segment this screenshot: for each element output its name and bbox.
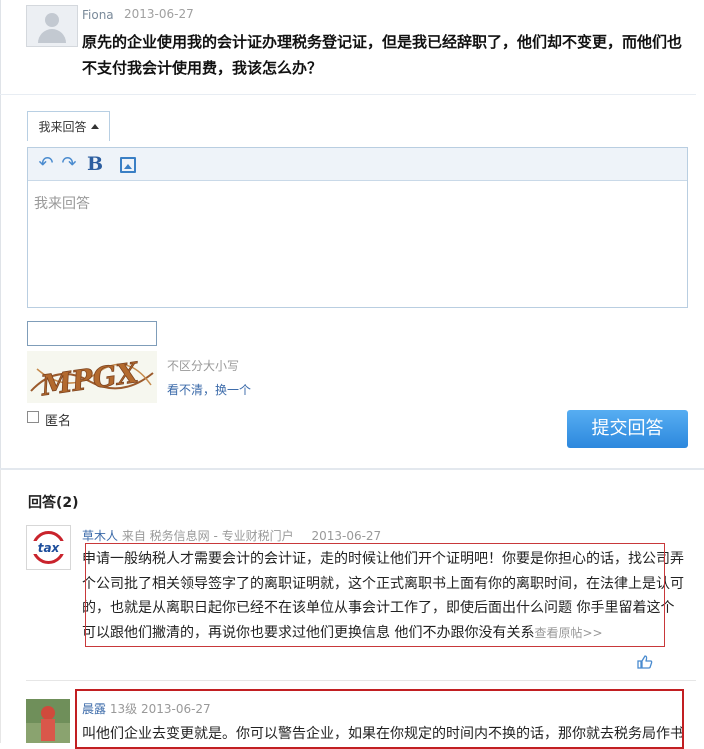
answer-tab-label: 我来回答 (38, 120, 87, 134)
highlight-box (85, 543, 665, 647)
captcha-image[interactable]: MPGX (27, 351, 157, 403)
answer-source: 来自 税务信息网 - 专业财税门户 (121, 529, 294, 543)
answers-title: 回答(2) (28, 495, 79, 511)
undo-icon[interactable]: ↶ (36, 154, 56, 174)
divider (26, 680, 696, 681)
answer-editor[interactable]: ↶ ↷ B 我来回答 (27, 147, 688, 308)
redo-icon[interactable]: ↷ (59, 154, 79, 174)
tax-logo-icon: tax (30, 531, 67, 564)
answer-avatar[interactable] (26, 699, 70, 743)
avatar-body-icon (38, 29, 66, 43)
captcha-hint: 不区分大小写 (167, 359, 240, 373)
avatar-photo-icon (26, 699, 70, 743)
left-border (0, 470, 1, 743)
anonymous-label: 匿名 (45, 414, 72, 429)
question-date: 2013-06-27 (124, 7, 194, 21)
avatar-head-icon (45, 13, 59, 27)
answer-user[interactable]: 草木人 (82, 529, 118, 543)
question-user[interactable]: Fiona (82, 8, 114, 22)
tax-logo-text: tax (38, 541, 61, 555)
editor-toolbar: ↶ ↷ B (28, 148, 687, 181)
submit-answer-button[interactable]: 提交回答 (567, 410, 688, 448)
caret-up-icon (90, 124, 99, 129)
answer-meta: 草木人 来自 税务信息网 - 专业财税门户 2013-06-27 (82, 527, 381, 544)
captcha-refresh-link[interactable]: 看不清，换一个 (167, 381, 251, 398)
question-text: 原先的企业使用我的会计证办理税务登记证，但是我已经辞职了，他们却不变更，而他们也… (82, 33, 683, 77)
anonymous-checkbox[interactable] (27, 411, 39, 423)
answer-date: 2013-06-27 (311, 529, 382, 543)
answer-avatar[interactable]: tax (26, 525, 71, 570)
captcha-text: MPGX (38, 356, 142, 403)
editor-placeholder[interactable]: 我来回答 (34, 193, 90, 213)
bold-icon[interactable]: B (85, 154, 105, 174)
like-icon[interactable] (637, 655, 653, 669)
highlight-box (75, 689, 684, 749)
captcha-input[interactable] (27, 321, 157, 346)
divider (0, 468, 704, 470)
captcha-graphic: MPGX (30, 355, 154, 403)
divider (0, 94, 696, 95)
image-icon[interactable] (120, 157, 136, 173)
answer-tab[interactable]: 我来回答 (27, 111, 110, 141)
question-avatar[interactable] (26, 5, 78, 47)
left-border (0, 0, 1, 470)
